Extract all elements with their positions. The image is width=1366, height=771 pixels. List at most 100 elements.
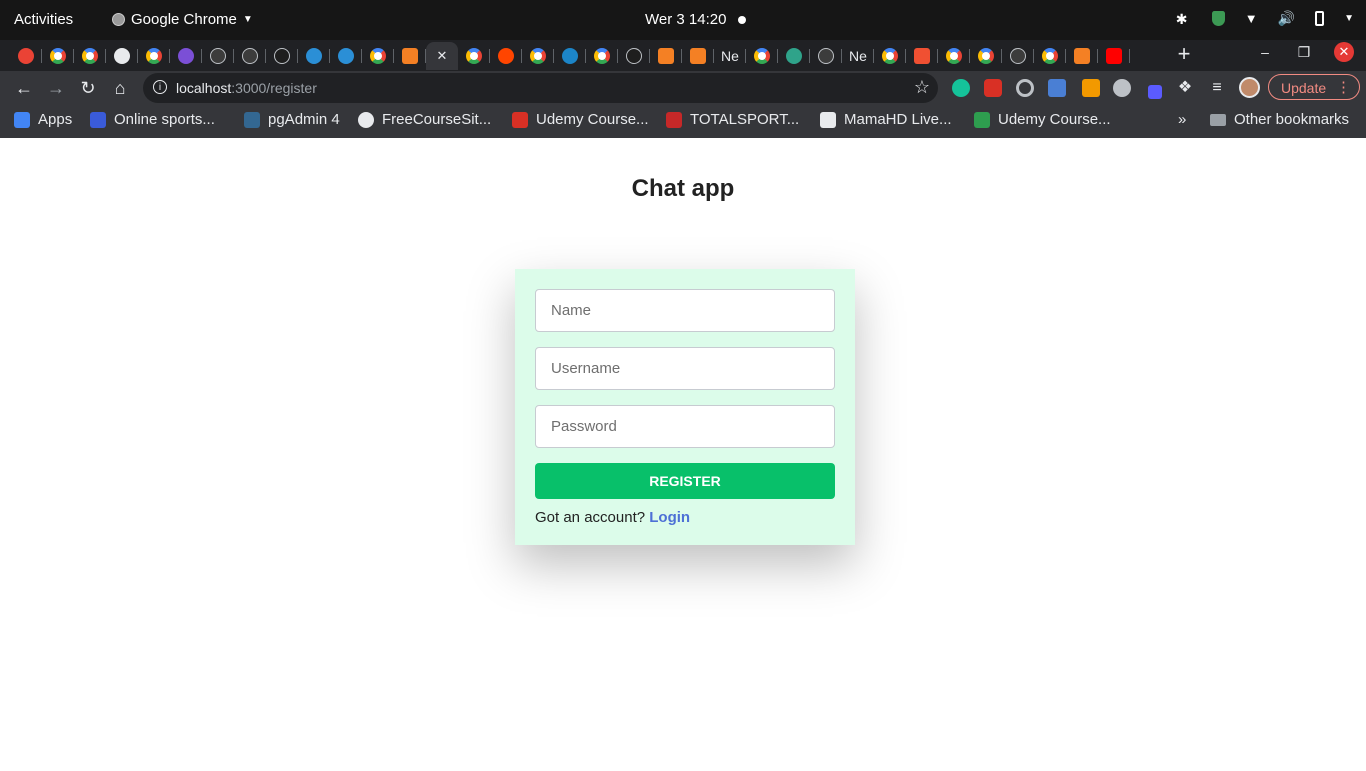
tab[interactable] [490, 42, 522, 70]
tab[interactable] [266, 42, 298, 70]
google-icon [530, 48, 546, 64]
slack-icon[interactable]: ✱ [1176, 11, 1192, 27]
tab[interactable] [362, 42, 394, 70]
tab[interactable] [42, 42, 74, 70]
other-bookmarks[interactable]: Other bookmarks [1210, 111, 1349, 128]
minimize-button[interactable]: – [1255, 44, 1275, 60]
tab[interactable]: Ne [714, 42, 746, 70]
bookmark-item[interactable]: Apps [14, 111, 72, 128]
name-input[interactable] [535, 289, 835, 332]
tab[interactable] [906, 42, 938, 70]
address-bar[interactable]: i localhost:3000/register ☆ [143, 73, 938, 103]
tab[interactable] [1066, 42, 1098, 70]
bookmark-item[interactable]: Udemy Course... [512, 111, 649, 128]
tab[interactable]: ✕ [426, 42, 458, 70]
bookmark-label: Udemy Course... [536, 111, 649, 128]
tab[interactable] [298, 42, 330, 70]
reload-button[interactable]: ↻ [75, 75, 101, 101]
volume-icon[interactable]: 🔊 [1278, 10, 1295, 27]
home-button[interactable]: ⌂ [107, 75, 133, 101]
extensions-puzzle-icon[interactable]: ❖ [1172, 75, 1198, 101]
bookmark-item[interactable]: Online sports... [90, 111, 215, 128]
bookmark-item[interactable]: FreeCourseSit... [358, 111, 491, 128]
tab[interactable] [138, 42, 170, 70]
username-input[interactable] [535, 347, 835, 390]
clock[interactable]: Wer 3 14:20 [645, 11, 747, 28]
tab[interactable]: Ne [842, 42, 874, 70]
page-title: Chat app [631, 175, 735, 202]
register-button[interactable]: REGISTER [535, 463, 835, 499]
login-link[interactable]: Login [649, 509, 690, 526]
tab[interactable] [330, 42, 362, 70]
tab[interactable] [778, 42, 810, 70]
grammarly-icon[interactable] [952, 79, 970, 97]
bookmark-item[interactable]: MamaHD Live... [820, 111, 952, 128]
info-icon[interactable]: i [153, 80, 167, 94]
tab[interactable] [874, 42, 906, 70]
battery-icon[interactable] [1315, 11, 1325, 26]
wifi-icon[interactable]: ▼ [1245, 11, 1258, 26]
tab[interactable] [970, 42, 1002, 70]
forward-button[interactable]: → [43, 75, 69, 101]
new-tab-button[interactable]: + [1174, 41, 1194, 67]
bookmark-item[interactable]: TOTALSPORT... [666, 111, 799, 128]
bookmark-label: FreeCourseSit... [382, 111, 492, 128]
tab[interactable] [1034, 42, 1066, 70]
target-icon[interactable] [1016, 79, 1034, 97]
tab[interactable] [586, 42, 618, 70]
close-window-button[interactable]: ✕ [1334, 42, 1354, 62]
password-input[interactable] [535, 405, 835, 448]
avatar[interactable] [1239, 77, 1260, 98]
power-menu-chevron-icon[interactable]: ▼ [1344, 13, 1354, 24]
app-menu[interactable]: Google Chrome ▼ [112, 11, 253, 28]
compass-icon [626, 48, 642, 64]
maximize-button[interactable]: ❐ [1294, 44, 1314, 61]
tab[interactable] [618, 42, 650, 70]
tab[interactable] [458, 42, 490, 70]
tab[interactable] [1002, 42, 1034, 70]
os-top-bar: Activities Google Chrome ▼ Wer 3 14:20 ✱… [0, 0, 1366, 40]
tab[interactable] [202, 42, 234, 70]
bookmark-label: Udemy Course... [998, 111, 1111, 128]
system-tray[interactable]: ✱ ▼ 🔊 ▼ [1176, 10, 1354, 27]
tab-separator [1129, 49, 1130, 63]
extension-gray-icon[interactable] [1113, 79, 1131, 97]
globe-icon [114, 48, 130, 64]
bookmark-item[interactable]: pgAdmin 4 [244, 111, 340, 128]
off-icon[interactable] [1082, 79, 1100, 97]
tab[interactable] [554, 42, 586, 70]
google-icon [1042, 48, 1058, 64]
globe-icon [358, 111, 374, 128]
color-picker-icon[interactable] [1148, 85, 1162, 99]
clock-text: Wer 3 14:20 [645, 11, 727, 28]
tab[interactable] [682, 42, 714, 70]
tab[interactable] [650, 42, 682, 70]
tab-strip: ✕ Ne Ne [0, 40, 1366, 71]
tab[interactable] [106, 42, 138, 70]
shield-icon[interactable] [1211, 11, 1225, 26]
bookmarks-overflow-button[interactable]: » [1178, 111, 1186, 128]
tab[interactable] [10, 42, 42, 70]
github-icon [242, 48, 258, 64]
tab[interactable] [810, 42, 842, 70]
tab[interactable] [522, 42, 554, 70]
stackoverflow-icon [402, 48, 418, 64]
git-icon [914, 48, 930, 64]
bookmark-label: pgAdmin 4 [268, 111, 340, 128]
tab[interactable] [1098, 42, 1130, 70]
tab[interactable] [170, 42, 202, 70]
tab[interactable] [938, 42, 970, 70]
tab[interactable] [74, 42, 106, 70]
tab[interactable] [234, 42, 266, 70]
tab[interactable] [746, 42, 778, 70]
update-button[interactable]: Update ⋮ [1268, 74, 1360, 100]
activities-button[interactable]: Activities [14, 11, 73, 28]
bookmark-star-icon[interactable]: ☆ [914, 77, 930, 98]
back-button[interactable]: ← [11, 75, 37, 101]
stackoverflow-icon [1074, 48, 1090, 64]
reading-list-icon[interactable]: ≡ [1204, 75, 1230, 101]
tab[interactable] [394, 42, 426, 70]
extension-red-icon[interactable] [984, 79, 1002, 97]
extension-blue-icon[interactable] [1048, 79, 1066, 97]
bookmark-item[interactable]: Udemy Course... [974, 111, 1111, 128]
